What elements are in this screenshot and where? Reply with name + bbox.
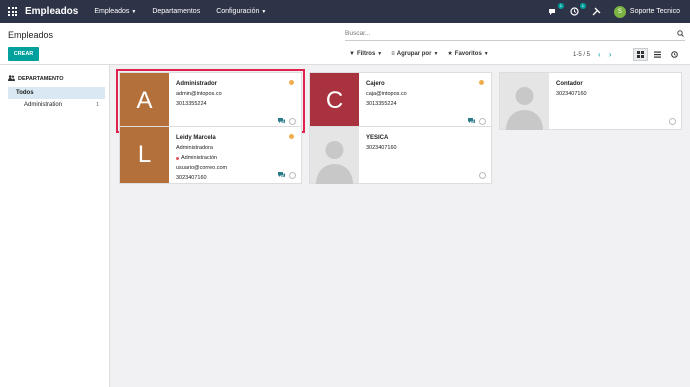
activity-icon[interactable]: 1 <box>570 2 586 17</box>
sidebar-item-todos[interactable]: Todos <box>8 87 105 99</box>
activity-view-icon[interactable] <box>667 48 682 61</box>
search-icon[interactable] <box>675 29 685 39</box>
activity-circle-icon[interactable] <box>289 118 296 125</box>
user-menu[interactable]: S Soporte Tecnico <box>613 5 680 18</box>
employee-card[interactable]: C Cajero caja@intopos.co 3013355224 <box>309 72 492 130</box>
sidebar-title: DEPARTAMENTO <box>0 65 109 87</box>
employee-photo: A <box>120 73 169 129</box>
create-button[interactable]: CREAR <box>8 47 39 61</box>
employee-name: Leidy Marcela <box>176 135 216 141</box>
tools-icon[interactable] <box>592 7 602 17</box>
star-icon: ★ <box>447 51 453 57</box>
activity-circle-icon[interactable] <box>479 118 486 125</box>
presence-status-icon <box>479 80 484 85</box>
employee-card[interactable]: L Leidy Marcela Administradora Administr… <box>119 126 302 184</box>
apps-menu-icon[interactable] <box>8 7 17 16</box>
employee-photo: C <box>310 73 359 129</box>
employee-name: YESICA <box>366 135 389 141</box>
employee-name: Contador <box>556 81 583 87</box>
activity-circle-icon[interactable] <box>669 118 676 125</box>
employee-phone: 3023407160 <box>556 91 587 97</box>
menu-empleados[interactable]: Empleados ▼ <box>94 8 136 15</box>
user-avatar: S <box>613 5 626 18</box>
employee-email: caja@intopos.co <box>366 91 407 97</box>
users-icon <box>8 75 15 83</box>
sidebar-item-administration[interactable]: Administration 1 <box>8 99 105 111</box>
employee-phone: 3023407160 <box>176 175 207 181</box>
search-input[interactable] <box>345 30 675 37</box>
chat-icon[interactable]: 1 <box>548 2 564 17</box>
kanban-view-icon[interactable] <box>633 48 648 61</box>
app-brand: Empleados <box>25 6 79 17</box>
filters-button[interactable]: ▼ Filtros ▼ <box>349 50 382 57</box>
search-bar <box>345 27 685 41</box>
breadcrumb: Empleados <box>8 30 54 40</box>
chat-icon[interactable] <box>278 172 285 178</box>
pager-value[interactable]: 1-5 / 5 <box>573 52 590 58</box>
top-navbar: Empleados Empleados ▼ Departamentos Confi… <box>0 0 690 23</box>
menu-configuracion[interactable]: Configuración ▼ <box>216 8 266 15</box>
employee-phone: 3013355224 <box>366 101 397 107</box>
chat-badge: 1 <box>557 2 564 9</box>
department-tag: Administración <box>176 153 289 163</box>
employee-placeholder-photo <box>310 127 359 184</box>
filter-icon: ▼ <box>349 50 355 57</box>
employee-email: usuario@correo.com <box>176 165 228 171</box>
chat-icon[interactable] <box>278 118 285 124</box>
employee-phone: 3023407160 <box>366 145 397 151</box>
employee-card[interactable]: YESICA 3023407160 <box>309 126 492 184</box>
chat-icon[interactable] <box>468 118 475 124</box>
employee-phone: 3013355224 <box>176 101 207 107</box>
menu-departamentos[interactable]: Departamentos <box>152 8 200 15</box>
user-name: Soporte Tecnico <box>629 8 680 15</box>
control-panel: Empleados CREAR ▼Filtros▼ ≡Agrupar por▼ … <box>0 23 690 65</box>
employee-card[interactable]: Contador 3023407160 <box>499 72 682 130</box>
group-by-button[interactable]: ≡ Agrupar por ▼ <box>391 50 438 57</box>
department-sidebar: DEPARTAMENTO Todos Administration 1 <box>0 65 110 387</box>
employee-job-title: Administradora <box>176 145 213 151</box>
employee-card[interactable]: A Administrador admin@intopos.co 3013355… <box>116 69 305 133</box>
group-icon: ≡ <box>391 50 395 57</box>
favorites-button[interactable]: ★ Favoritos ▼ <box>447 50 488 58</box>
employee-email: admin@intopos.co <box>176 91 222 97</box>
employee-placeholder-photo <box>500 73 549 130</box>
presence-status-icon <box>289 80 294 85</box>
presence-status-icon <box>289 134 294 139</box>
pager-next-icon[interactable]: › <box>609 50 612 59</box>
activity-badge: 1 <box>579 2 586 9</box>
employee-name: Administrador <box>176 81 218 87</box>
list-view-icon[interactable] <box>650 48 665 61</box>
pager-prev-icon[interactable]: ‹ <box>598 50 601 59</box>
employee-name: Cajero <box>366 81 385 87</box>
activity-circle-icon[interactable] <box>289 172 296 179</box>
activity-circle-icon[interactable] <box>479 172 486 179</box>
employee-photo: L <box>120 127 169 183</box>
